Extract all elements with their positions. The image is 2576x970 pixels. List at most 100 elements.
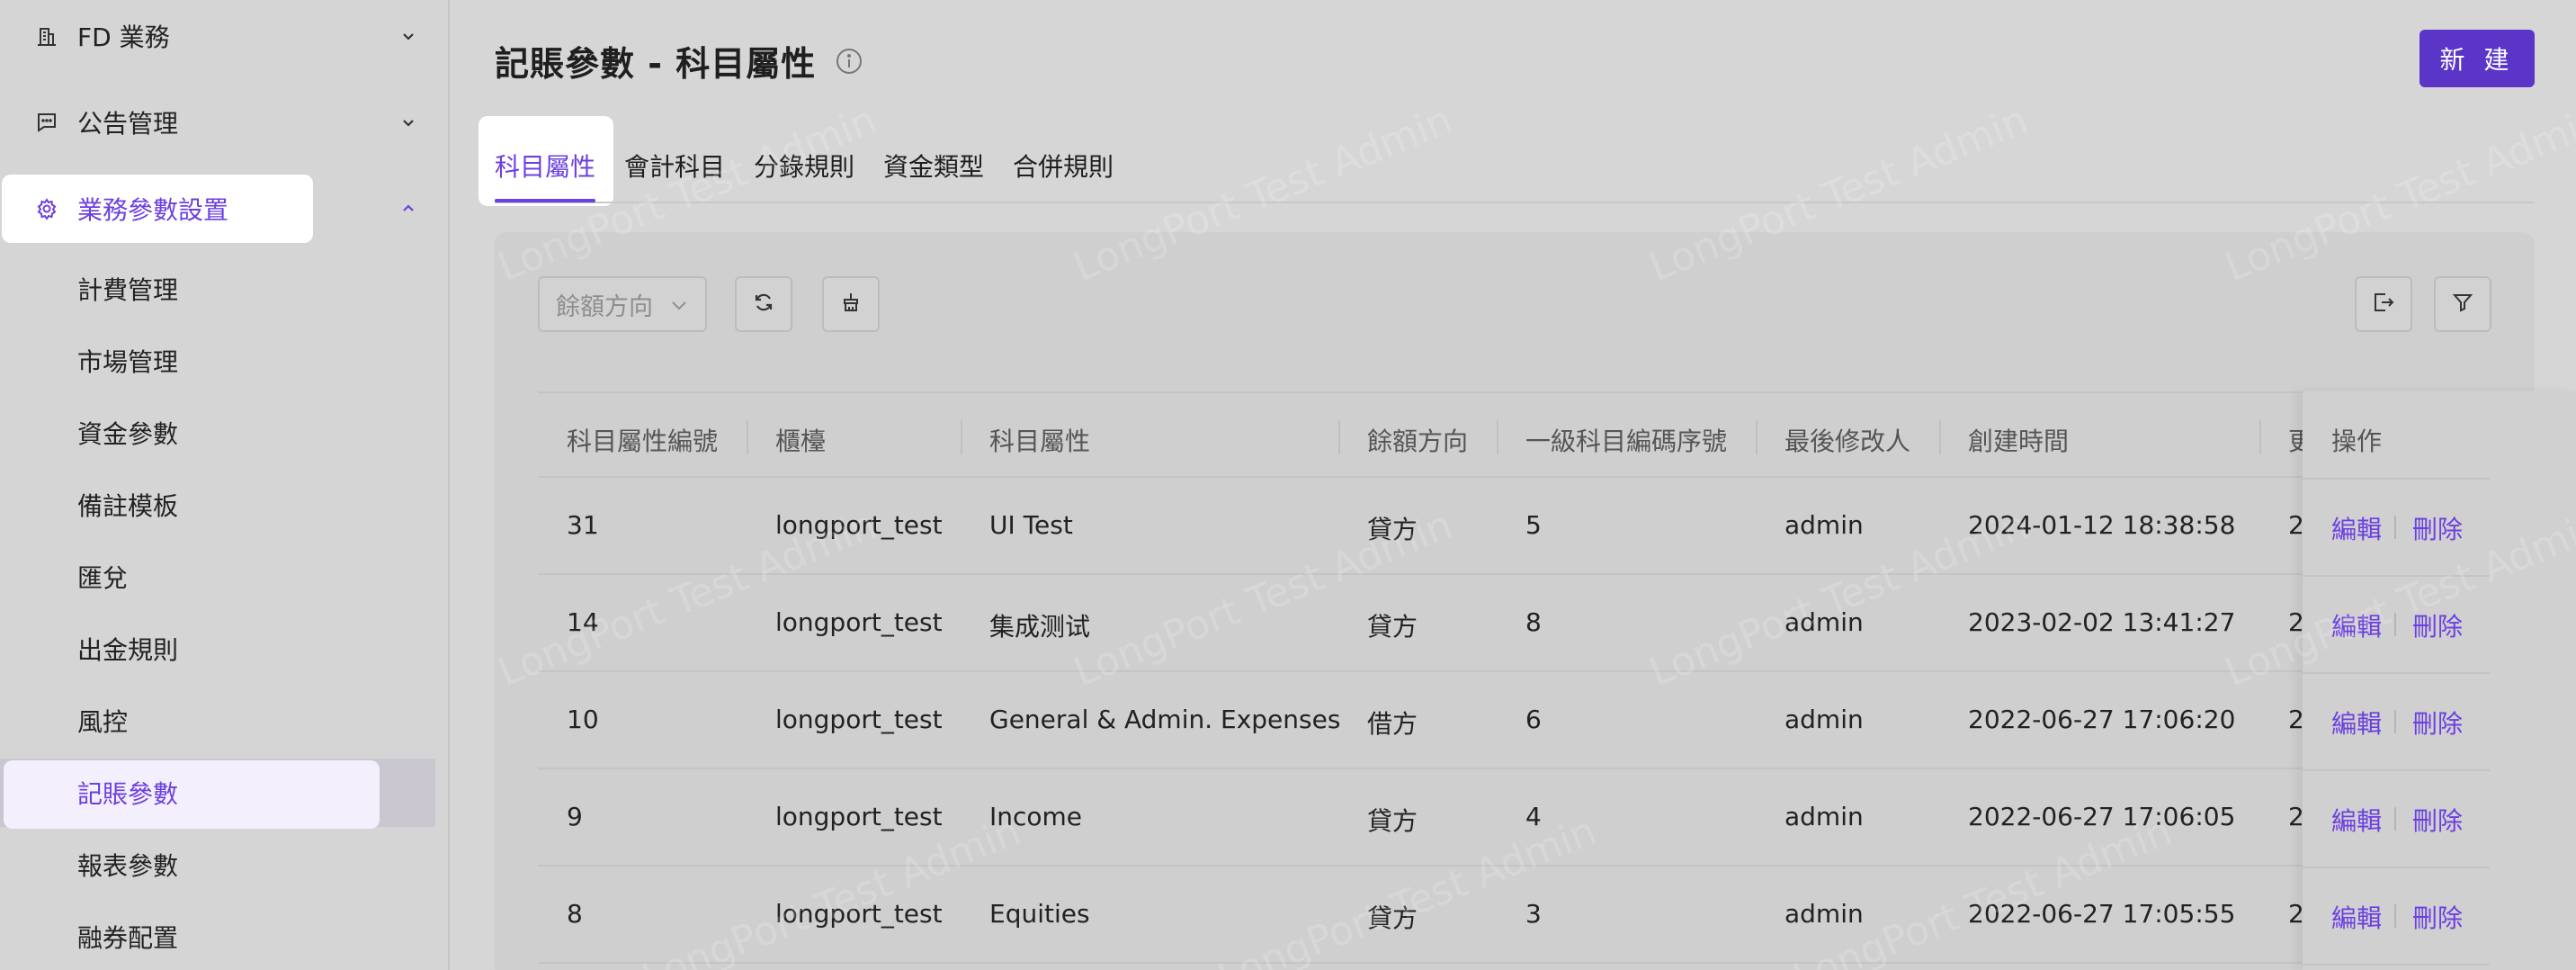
column-header[interactable]: 最後修改人 — [1784, 422, 1910, 458]
delete-link[interactable]: 刪除 — [2412, 802, 2463, 838]
delete-link[interactable]: 刪除 — [2412, 510, 2463, 546]
sidebar-group-label: FD 業務 — [77, 22, 170, 52]
cell-attribute: 集成测试 — [989, 612, 1091, 642]
sidebar-item-label: 市場管理 — [77, 347, 179, 377]
cell-sequence: 5 — [1525, 510, 1542, 540]
sidebar-item-billing[interactable]: 計費管理 — [0, 255, 450, 323]
delete-link[interactable]: 刪除 — [2412, 607, 2463, 643]
sidebar-item-label: 報表參數 — [77, 851, 179, 881]
new-button[interactable]: 新 建 — [2419, 30, 2535, 87]
column-header[interactable]: 餘額方向 — [1367, 422, 1468, 458]
cell-id: 9 — [567, 802, 583, 831]
tab-fund-types[interactable]: 資金類型 — [883, 148, 984, 184]
sidebar-item-funds[interactable]: 資金參數 — [0, 399, 450, 467]
tab-account-attributes[interactable]: 科目屬性 — [495, 148, 595, 184]
edit-link[interactable]: 編輯 — [2331, 607, 2382, 643]
export-button[interactable] — [2355, 276, 2412, 332]
refresh-button[interactable] — [735, 276, 792, 332]
cell-direction: 貸方 — [1367, 903, 1418, 933]
table-row: 10 longport_test General & Admin. Expens… — [538, 672, 2491, 769]
cell-modifier: admin — [1784, 510, 1864, 540]
row-divider — [2303, 672, 2490, 674]
chevron-down-icon — [398, 25, 419, 47]
refresh-icon — [751, 290, 776, 319]
sidebar-item-securities-lending[interactable]: 融券配置 — [0, 903, 450, 970]
sidebar-item-remark-templates[interactable]: 備註模板 — [0, 471, 450, 539]
cell-id: 14 — [567, 607, 599, 637]
sidebar-item-label: 出金規則 — [77, 635, 179, 665]
cell-counter: longport_test — [775, 510, 943, 540]
edit-link[interactable]: 編輯 — [2331, 899, 2382, 935]
action-divider — [2394, 613, 2396, 636]
sidebar-group-announcements[interactable]: 公告管理 — [0, 86, 450, 158]
chevron-down-icon — [667, 294, 691, 318]
sidebar: FD 業務 公告管理 業務參數設置 計費管理 市場管理 資金參數 備註模板 匯兌… — [0, 0, 450, 970]
tab-accounting-subjects[interactable]: 會計科目 — [624, 148, 725, 184]
cell-direction: 貸方 — [1367, 806, 1418, 836]
column-header: 操作 — [2331, 427, 2383, 456]
tab-entry-rules[interactable]: 分錄規則 — [754, 148, 854, 184]
sidebar-group-fd[interactable]: FD 業務 — [0, 0, 450, 72]
message-icon — [34, 110, 59, 135]
sidebar-item-report-params[interactable]: 報表參數 — [0, 831, 450, 899]
edit-link[interactable]: 編輯 — [2331, 802, 2382, 838]
cell-attribute: Equities — [989, 899, 1090, 929]
chevron-down-icon — [398, 112, 419, 133]
tab-merge-rules[interactable]: 合併規則 — [1013, 148, 1114, 184]
sidebar-item-label: 計費管理 — [77, 275, 179, 305]
column-header[interactable]: 創建時間 — [1968, 422, 2069, 458]
column-header[interactable]: 科目屬性編號 — [567, 422, 718, 458]
column-divider — [1756, 420, 1758, 454]
info-icon[interactable] — [835, 47, 863, 76]
sidebar-item-withdrawal-rules[interactable]: 出金規則 — [0, 615, 450, 683]
cell-created: 2024-01-12 18:38:58 — [1968, 510, 2236, 540]
cell-counter: longport_test — [775, 899, 943, 929]
balance-direction-filter[interactable]: 餘額方向 — [538, 276, 707, 332]
sidebar-item-label: 資金參數 — [77, 419, 179, 449]
active-tab-indicator — [495, 199, 595, 202]
sidebar-group-business-params[interactable]: 業務參數設置 — [0, 173, 450, 245]
cell-modifier: admin — [1784, 607, 1864, 637]
sidebar-item-label: 匯兌 — [77, 563, 129, 593]
actions-column: 操作 編輯 刪除 編輯 刪除 編輯 刪除 編輯 刪除 編輯 刪除 — [2303, 391, 2576, 970]
cell-id: 31 — [567, 510, 599, 540]
action-divider — [2394, 516, 2396, 539]
sidebar-item-risk-control[interactable]: 風控 — [0, 687, 450, 755]
filter-button[interactable] — [2434, 276, 2491, 332]
cell-attribute: Income — [989, 802, 1083, 831]
tabs-divider — [495, 202, 2535, 203]
edit-link[interactable]: 編輯 — [2331, 510, 2382, 546]
cell-direction: 貸方 — [1367, 515, 1418, 544]
clear-button[interactable] — [822, 276, 880, 332]
action-divider — [2394, 807, 2396, 831]
column-divider — [961, 420, 962, 454]
row-divider — [2303, 575, 2490, 577]
cell-direction: 借方 — [1367, 709, 1418, 739]
sidebar-item-market[interactable]: 市場管理 — [0, 327, 450, 395]
column-divider — [2259, 420, 2261, 454]
cell-created: 2023-02-02 13:41:27 — [1968, 607, 2236, 637]
edit-link[interactable]: 編輯 — [2331, 705, 2382, 741]
cell-direction: 貸方 — [1367, 612, 1418, 642]
cell-counter: longport_test — [775, 705, 943, 734]
delete-link[interactable]: 刪除 — [2412, 705, 2463, 741]
sidebar-group-label: 業務參數設置 — [77, 195, 229, 225]
sidebar-item-label: 備註模板 — [77, 491, 179, 521]
table-row: 8 longport_test Equities 貸方 3 admin 2022… — [538, 867, 2491, 964]
column-divider — [1338, 420, 1340, 454]
page-title: 記賬參數 - 科目屬性 — [495, 44, 817, 84]
cell-sequence: 3 — [1525, 899, 1542, 929]
column-header[interactable]: 一級科目編碼序號 — [1525, 422, 1727, 458]
cell-created: 2022-06-27 17:05:55 — [1968, 899, 2236, 929]
column-divider — [747, 420, 748, 454]
sidebar-item-label: 記賬參數 — [77, 779, 179, 809]
column-header[interactable]: 櫃檯 — [775, 422, 826, 458]
delete-link[interactable]: 刪除 — [2412, 899, 2463, 935]
filter-icon — [2450, 290, 2475, 319]
cell-modifier: admin — [1784, 705, 1864, 734]
table-header: 科目屬性編號 櫃檯 科目屬性 餘額方向 一級科目編碼序號 最後修改人 創建時間 … — [538, 391, 2491, 478]
sidebar-item-exchange[interactable]: 匯兌 — [0, 543, 450, 611]
sidebar-group-label: 公告管理 — [77, 109, 179, 139]
sidebar-item-accounting-params[interactable]: 記賬參數 — [0, 759, 450, 829]
column-header[interactable]: 科目屬性 — [989, 422, 1090, 458]
